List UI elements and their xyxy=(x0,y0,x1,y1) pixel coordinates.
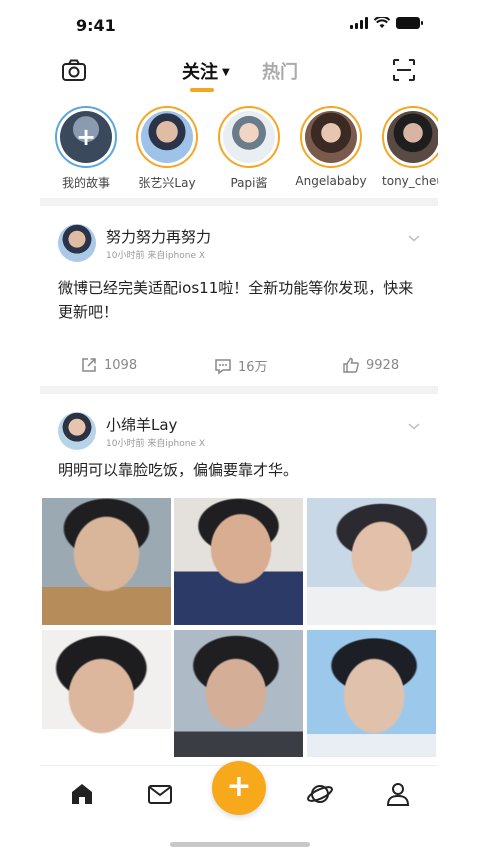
tab-hot[interactable]: 热门 xyxy=(262,58,298,84)
story-ring: + xyxy=(55,106,117,168)
avatar xyxy=(305,111,357,163)
battery-icon xyxy=(396,17,423,29)
wifi-icon xyxy=(374,17,390,28)
dropdown-caret-icon: ▼ xyxy=(222,67,230,78)
stories-row: + 我的故事 张艺兴Lay Papi酱 Angelababy tony_cheu xyxy=(40,100,438,198)
post-text: 明明可以靠脸吃饭，偏偏要靠才华。 xyxy=(58,461,299,479)
story-my-story[interactable]: + 我的故事 xyxy=(46,106,126,191)
story-item[interactable]: Papi酱 xyxy=(209,106,289,191)
story-item[interactable]: tony_cheu xyxy=(373,106,438,188)
story-item[interactable]: Angelababy xyxy=(291,106,371,188)
photo-thumbnail[interactable] xyxy=(307,630,436,757)
camera-icon[interactable] xyxy=(60,56,88,84)
story-label: Angelababy xyxy=(295,174,367,188)
status-bar: 9:41 xyxy=(40,0,438,48)
post-actions: 1098 16万 9928 xyxy=(40,346,438,386)
post-meta: 10小时前 来自iphone X xyxy=(106,251,206,261)
avatar xyxy=(387,111,438,163)
home-indicator xyxy=(170,842,310,847)
like-button[interactable]: 9928 xyxy=(342,356,399,374)
feed-post[interactable]: 小绵羊Lay 10小时前 来自iphone X 明明可以靠脸吃饭，偏偏要靠才华。 xyxy=(40,394,438,766)
photo-thumbnail[interactable] xyxy=(174,498,303,625)
share-count: 1098 xyxy=(104,357,138,373)
avatar: + xyxy=(60,111,112,163)
story-ring xyxy=(136,106,198,168)
post-author-name[interactable]: 努力努力再努力 xyxy=(106,226,211,247)
tab-follow-label: 关注 xyxy=(182,62,218,83)
photo-thumbnail[interactable] xyxy=(42,630,171,757)
add-story-icon: + xyxy=(75,123,97,151)
post-text: 微博已经完美适配ios11啦！全新功能等你发现，快来更新吧！ xyxy=(58,279,414,321)
story-label: 我的故事 xyxy=(61,176,110,190)
feed-post[interactable]: 努力努力再努力 10小时前 来自iphone X 微博已经完美适配ios11啦！… xyxy=(40,206,438,386)
story-ring xyxy=(218,106,280,168)
chevron-down-icon[interactable] xyxy=(408,232,420,244)
signal-icon xyxy=(350,17,368,29)
avatar xyxy=(223,111,275,163)
story-label: Papi酱 xyxy=(230,176,268,190)
post-meta: 10小时前 来自iphone X xyxy=(106,439,206,449)
home-icon[interactable] xyxy=(68,780,96,808)
avatar[interactable] xyxy=(58,224,96,262)
comment-count: 16万 xyxy=(238,360,268,375)
active-tab-indicator xyxy=(190,88,214,92)
avatar[interactable] xyxy=(58,412,96,450)
right-margin xyxy=(438,0,480,853)
chevron-down-icon[interactable] xyxy=(408,420,420,432)
section-divider xyxy=(40,198,438,206)
bottom-nav: + xyxy=(40,761,438,853)
photo-thumbnail[interactable] xyxy=(307,498,436,625)
scan-icon[interactable] xyxy=(390,56,418,84)
left-margin xyxy=(0,0,40,853)
phone-screen: 9:41 关注 ▼ 热门 + 我的故事 张艺兴Lay Papi酱 Angelab… xyxy=(40,0,438,853)
status-time: 9:41 xyxy=(76,16,116,35)
like-count: 9928 xyxy=(366,357,400,373)
photo-grid xyxy=(42,498,436,766)
post-author-name[interactable]: 小绵羊Lay xyxy=(106,414,177,435)
avatar xyxy=(141,111,193,163)
photo-thumbnail[interactable] xyxy=(42,498,171,625)
planet-icon[interactable] xyxy=(306,780,334,808)
comment-icon xyxy=(215,358,231,374)
photo-thumbnail[interactable] xyxy=(174,630,303,757)
status-icons xyxy=(350,17,423,29)
story-item[interactable]: 张艺兴Lay xyxy=(127,106,207,191)
share-button[interactable]: 1098 xyxy=(80,356,137,374)
profile-icon[interactable] xyxy=(384,780,412,808)
compose-button[interactable]: + xyxy=(212,761,266,815)
section-divider xyxy=(40,386,438,394)
story-ring xyxy=(382,106,438,168)
share-icon xyxy=(82,358,96,372)
mail-icon[interactable] xyxy=(146,780,174,808)
top-header: 关注 ▼ 热门 xyxy=(40,48,438,94)
tab-follow[interactable]: 关注 ▼ xyxy=(182,58,230,84)
story-label: 张艺兴Lay xyxy=(138,176,196,190)
comment-button[interactable]: 16万 xyxy=(214,356,268,375)
story-ring xyxy=(300,106,362,168)
story-label: tony_cheu xyxy=(382,174,438,188)
thumbs-up-icon xyxy=(343,357,359,373)
